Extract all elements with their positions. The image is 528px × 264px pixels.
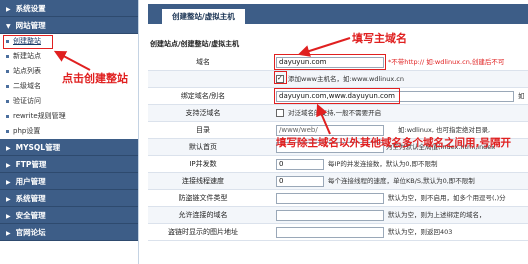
highlight-checkbox-box: [274, 71, 287, 84]
allow-domain-label: 允许连接的域名: [178, 211, 228, 219]
sidebar-item-new-site[interactable]: 新建站点: [0, 49, 138, 64]
index-label: 默认首页: [189, 143, 217, 151]
row-speed: 连接线程速度 0 每个连接线程的速度，单位KB/S,默认为0,即不限制: [148, 173, 528, 190]
www-checkbox-label: 添加www主机名，如:www.wdlinux.cn: [288, 75, 404, 83]
speed-note: 每个连接线程的速度，单位KB/S,默认为0,即不限制: [328, 177, 475, 185]
menu-mysql[interactable]: ▶ MYSQL管理: [0, 139, 138, 156]
menu-users[interactable]: ▶ 用户管理: [0, 173, 138, 190]
menu-ftp[interactable]: ▶ FTP管理: [0, 156, 138, 173]
ip-limit-input[interactable]: 0: [276, 159, 324, 170]
hotlink-label: 防盗链文件类型: [178, 194, 228, 202]
menu-forum[interactable]: ▶ 官网论坛: [0, 224, 138, 241]
speed-input[interactable]: 0: [276, 176, 324, 187]
annotation-click-create: 点击创建整站: [62, 72, 128, 85]
speed-label: 连接线程速度: [182, 177, 224, 185]
menu-system-settings[interactable]: ▶ 系统设置: [0, 0, 138, 17]
hotlink-image-input[interactable]: [276, 227, 384, 238]
directory-label: 目录: [196, 126, 210, 134]
ip-limit-label: IP并发数: [189, 160, 217, 168]
sidebar-item-php-settings[interactable]: php设置: [0, 124, 138, 139]
triangle-right-icon: ▶: [6, 145, 11, 152]
wildcard-label: 支持泛域名: [185, 109, 221, 117]
sidebar-item-create-site[interactable]: 创建整站: [0, 34, 138, 49]
triangle-right-icon: ▶: [6, 213, 11, 220]
form-table: 域名 dayuyun.com *不带http:// 如:wdlinux.cn,创…: [148, 54, 528, 264]
hotlink-image-label: 盗链时显示的图片地址: [168, 228, 238, 236]
hotlink-input[interactable]: [276, 193, 384, 204]
bind-label: 绑定域名/别名: [180, 92, 226, 100]
row-hotlink-image: 盗链时显示的图片地址 默认为空，则返回403: [148, 224, 528, 241]
row-allow-domain: 允许连接的域名 默认为空，则为上述绑定的域名，: [148, 207, 528, 224]
triangle-right-icon: ▶: [6, 230, 11, 237]
triangle-down-icon: ▼: [6, 23, 11, 30]
menu-security[interactable]: ▶ 安全管理: [0, 207, 138, 224]
highlight-domain-box: [274, 54, 386, 70]
row-www: 添加www主机名，如:www.wdlinux.cn: [148, 71, 528, 88]
hotlink-note: 默认为空，则不启用，如多个用逗号(,)分: [388, 194, 506, 202]
row-ip-limit: IP并发数 0 每IP的并发连接数，默认为0,即不限制: [148, 156, 528, 173]
sidebar: ▶ 系统设置 ▼ 网站管理 创建整站 新建站点 站点列表 二级域名 验证访问 rew…: [0, 0, 139, 264]
triangle-right-icon: ▶: [6, 196, 11, 203]
menu-system-management[interactable]: ▶ 系统管理: [0, 190, 138, 207]
annotation-fill-alias: 填写除主域名以外其他域名多个域名之间用,号隔开: [276, 137, 511, 149]
sidebar-item-auth-access[interactable]: 验证访问: [0, 94, 138, 109]
domain-note: *不带http:// 如:wdlinux.cn,创建后不可: [388, 58, 505, 66]
sidebar-item-rewrite[interactable]: rewrite规则管理: [0, 109, 138, 124]
triangle-right-icon: ▶: [6, 6, 11, 13]
allow-domain-note: 默认为空，则为上述绑定的域名，: [388, 211, 486, 219]
triangle-right-icon: ▶: [6, 162, 11, 169]
triangle-right-icon: ▶: [6, 179, 11, 186]
hotlink-image-note: 默认为空，则返回403: [388, 228, 453, 236]
tab-create-site[interactable]: 创建整站/虚拟主机: [162, 9, 245, 24]
highlight-bind-box: [274, 88, 400, 104]
row-hotlink: 防盗链文件类型 默认为空，则不启用，如多个用逗号(,)分: [148, 190, 528, 207]
wildcard-checkbox[interactable]: [276, 109, 284, 117]
annotation-fill-domain: 填写主域名: [352, 32, 407, 45]
breadcrumb: 创建站点/创建整站/虚拟主机: [150, 40, 240, 48]
main-panel: 创建整站/虚拟主机 创建站点/创建整站/虚拟主机 域名 dayuyun.com …: [148, 4, 528, 264]
bind-note: 如: [518, 92, 525, 100]
ip-limit-note: 每IP的并发连接数，默认为0,即不限制: [328, 160, 438, 168]
tab-bar: 创建整站/虚拟主机: [148, 4, 528, 24]
domain-label: 域名: [196, 58, 210, 66]
menu-website-management[interactable]: ▼ 网站管理: [0, 17, 138, 34]
wildcard-text: 对泛域名的支持,一般不需要开启: [288, 109, 382, 117]
row-wildcard: 支持泛域名 对泛域名的支持,一般不需要开启: [148, 105, 528, 122]
allow-domain-input[interactable]: [276, 210, 384, 221]
